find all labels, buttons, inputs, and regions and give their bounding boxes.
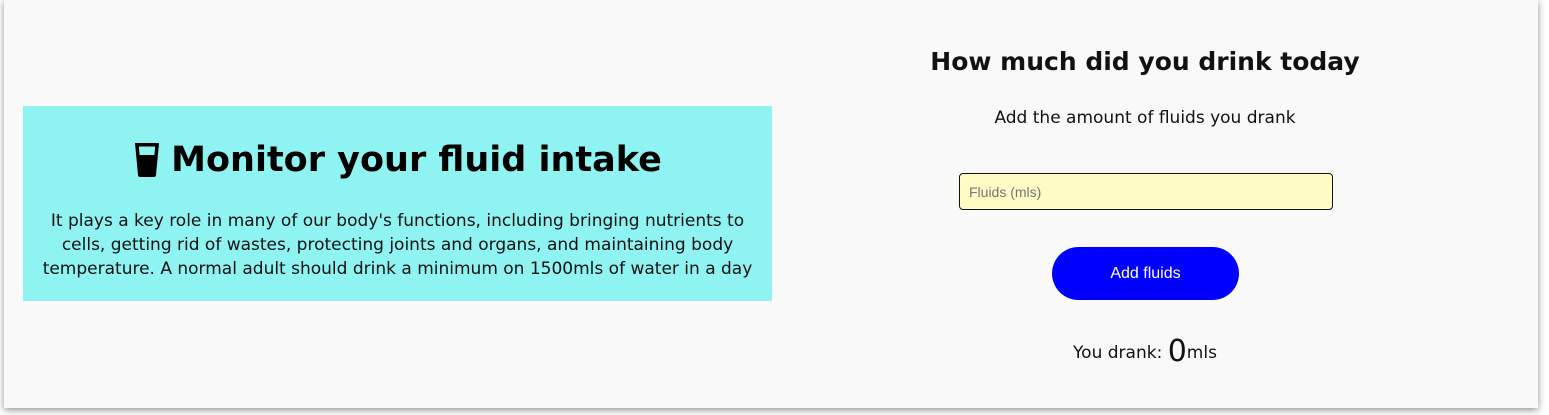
add-fluids-button[interactable]: Add fluids — [1052, 247, 1239, 300]
result-unit: mls — [1186, 343, 1217, 363]
result-line: You drank: 0mls — [800, 332, 1490, 373]
fluids-input[interactable] — [959, 173, 1333, 210]
form-subtitle: Add the amount of fluids you drank — [994, 108, 1296, 128]
result-value: 0 — [1167, 334, 1187, 369]
cup-icon — [133, 140, 161, 178]
main-card: Monitor your fluid intake It plays a key… — [4, 0, 1538, 408]
form-title: How much did you drink today — [930, 47, 1360, 76]
info-panel: Monitor your fluid intake It plays a key… — [23, 106, 772, 301]
fluid-form-panel: How much did you drink today Add the amo… — [800, 0, 1490, 408]
info-title: Monitor your fluid intake — [171, 140, 662, 180]
info-heading: Monitor your fluid intake — [27, 139, 768, 181]
info-description: It plays a key role in many of our body'… — [42, 211, 753, 279]
result-prefix: You drank: — [1073, 343, 1168, 363]
